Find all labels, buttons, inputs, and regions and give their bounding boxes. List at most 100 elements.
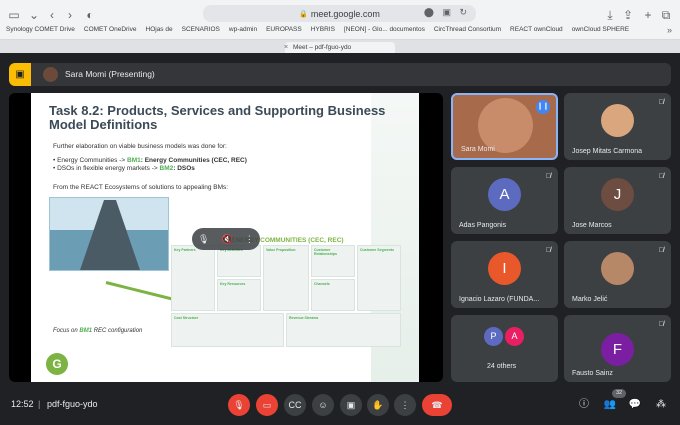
ecosystem-diagram bbox=[49, 197, 169, 271]
participant-tile[interactable]: 🎙̸ Marko Jelić bbox=[564, 241, 671, 308]
participant-name: Ignacio Lazaro (FUNDA... bbox=[459, 296, 540, 303]
camera-off-button[interactable]: ▭ bbox=[256, 394, 278, 416]
participant-video bbox=[478, 98, 533, 153]
address-bar[interactable]: 🔒 meet.google.com ⬤ ▣ ↻ bbox=[203, 5, 476, 22]
share-icon[interactable]: ⇪ bbox=[620, 8, 636, 22]
forward-icon[interactable]: › bbox=[62, 8, 78, 22]
participant-tile[interactable]: 🎙̸ Josep Mitats Carmona bbox=[564, 93, 671, 160]
back-icon[interactable]: ‹ bbox=[44, 8, 60, 22]
avatar: A bbox=[488, 178, 521, 211]
present-button[interactable]: ▣ bbox=[340, 394, 362, 416]
canvas-cell: Key Partners bbox=[171, 245, 215, 311]
bookmarks-overflow-icon[interactable]: » bbox=[667, 25, 672, 35]
meeting-time: 12:52 bbox=[11, 399, 34, 409]
meeting-control-bar: 12:52 | pdf-fguo-ydo 🎙 ▭ CC ☺ ▣ ✋ ⋮ ☎ ⓘ … bbox=[0, 388, 680, 425]
new-tab-icon[interactable]: + bbox=[640, 8, 656, 22]
participant-name: Jose Marcos bbox=[572, 222, 612, 229]
canvas-cell: Cost Structure bbox=[171, 313, 284, 347]
chat-icon[interactable]: 💬 bbox=[627, 397, 643, 413]
tab-overview-icon[interactable]: ⧉ bbox=[658, 8, 674, 22]
participant-name: Josep Mitats Carmona bbox=[572, 148, 643, 155]
slide-subheading: From the REACT Ecosystems of solutions t… bbox=[53, 184, 229, 191]
participant-tile[interactable]: 🎙̸ I Ignacio Lazaro (FUNDA... bbox=[451, 241, 558, 308]
mic-off-icon[interactable]: 🎙 bbox=[198, 234, 209, 245]
bookmark-item[interactable]: HYBRIS bbox=[311, 26, 335, 38]
participant-name: Marko Jelić bbox=[572, 296, 608, 303]
participant-tile[interactable]: ❙❙ Sara Momi bbox=[451, 93, 558, 160]
bookmark-item[interactable]: wp-admin bbox=[229, 26, 257, 38]
mic-off-button[interactable]: 🎙 bbox=[228, 394, 250, 416]
download-icon[interactable]: ⤓ bbox=[602, 8, 618, 22]
chevron-down-icon[interactable]: ⌄ bbox=[26, 8, 42, 22]
tab-meet[interactable]: × Meet – pdf-fguo-ydo bbox=[284, 42, 395, 53]
participant-photo bbox=[601, 104, 634, 137]
canvas-cell: Value Proposition bbox=[263, 245, 309, 311]
speaking-indicator-icon: ❙❙ bbox=[536, 100, 550, 114]
canvas-cell: Revenue Streams bbox=[286, 313, 401, 347]
bookmark-item[interactable]: REACT ownCloud bbox=[510, 26, 563, 38]
participant-count-badge: 32 bbox=[612, 389, 626, 398]
avatar: I bbox=[488, 252, 521, 285]
participant-tile[interactable]: 🎙̸ A Adas Pangonis bbox=[451, 167, 558, 234]
present-screen-icon: ▣ bbox=[9, 63, 31, 86]
mic-off-icon: 🎙̸ bbox=[658, 173, 664, 180]
canvas-cell: Channels bbox=[311, 279, 355, 311]
participant-tile[interactable]: P A 24 others bbox=[451, 315, 558, 382]
avatar: F bbox=[601, 333, 634, 366]
tab-title: Meet – pdf-fguo-ydo bbox=[293, 44, 352, 51]
bookmark-item[interactable]: ownCloud SPHERE bbox=[572, 26, 629, 38]
leave-call-button[interactable]: ☎ bbox=[422, 394, 452, 416]
mic-off-icon: 🎙̸ bbox=[658, 247, 664, 254]
bookmark-item[interactable]: [NEON] - Glo... documentos bbox=[344, 26, 425, 38]
canvas-cell: Key Resources bbox=[217, 279, 261, 311]
avatar: A bbox=[505, 327, 524, 346]
mic-off-icon: 🎙̸ bbox=[545, 173, 551, 180]
presentation-controls: 🎙 🔇 ⋮ bbox=[192, 228, 260, 250]
emoji-button[interactable]: ☺ bbox=[312, 394, 334, 416]
arrow-icon bbox=[105, 281, 181, 303]
participant-tile[interactable]: 🎙̸ F Fausto Sainz bbox=[564, 315, 671, 382]
volume-off-icon[interactable]: 🔇 bbox=[222, 234, 233, 245]
bullet-item: • DSOs in flexible energy markets -> BM2… bbox=[53, 165, 195, 172]
bookmark-item[interactable]: CircThread Consortium bbox=[434, 26, 501, 38]
tab-strip: × Meet – pdf-fguo-ydo bbox=[0, 40, 680, 53]
slide-bullets: • Energy Communities -> BM1: Energy Comm… bbox=[53, 157, 247, 173]
activities-icon[interactable]: ⁂ bbox=[653, 397, 669, 413]
address-bar-icons[interactable]: ⬤ ▣ ↻ bbox=[424, 7, 470, 18]
separator: | bbox=[38, 399, 41, 409]
avatar: P bbox=[484, 327, 503, 346]
people-icon[interactable]: 👥 bbox=[602, 397, 618, 413]
bookmark-item[interactable]: HOjas de bbox=[146, 26, 173, 38]
browser-toolbar: ▭ ⌄ ‹ › ◐ 🔒 meet.google.com ⬤ ▣ ↻ ⤓ ⇪ + … bbox=[0, 0, 680, 40]
bookmark-item[interactable]: EUROPASS bbox=[266, 26, 302, 38]
captions-button[interactable]: CC bbox=[284, 394, 306, 416]
slide-focus-note: Focus on BM1 REC configuration bbox=[53, 328, 143, 334]
participant-name: Adas Pangonis bbox=[459, 222, 507, 229]
avatar bbox=[43, 67, 58, 82]
participant-tile[interactable]: 🎙̸ J Jose Marcos bbox=[564, 167, 671, 234]
bookmark-item[interactable]: COMET OneDrive bbox=[84, 26, 137, 38]
bookmark-item[interactable]: SCENARIOS bbox=[182, 26, 220, 38]
canvas-cell: Customer Relationships bbox=[311, 245, 355, 277]
participant-name: Fausto Sainz bbox=[572, 370, 613, 377]
more-options-button[interactable]: ⋮ bbox=[394, 394, 416, 416]
sidebar-icon[interactable]: ▭ bbox=[6, 8, 22, 22]
others-count-label: 24 others bbox=[487, 363, 517, 370]
mic-off-icon: 🎙̸ bbox=[658, 99, 664, 106]
slide-intro: Further elaboration on viable business m… bbox=[53, 143, 227, 150]
raise-hand-button[interactable]: ✋ bbox=[367, 394, 389, 416]
bookmark-item[interactable]: Synology COMET Drive bbox=[6, 26, 75, 38]
lock-icon: 🔒 bbox=[299, 10, 308, 18]
presenter-label: Sara Momi (Presenting) bbox=[65, 69, 155, 79]
meeting-code: pdf-fguo-ydo bbox=[47, 399, 98, 409]
mic-off-icon: 🎙̸ bbox=[545, 247, 551, 254]
more-vert-icon[interactable]: ⋮ bbox=[245, 234, 254, 245]
bullet-item: • Energy Communities -> BM1: Energy Comm… bbox=[53, 157, 247, 164]
react-logo: G bbox=[46, 353, 68, 375]
url-text: meet.google.com bbox=[310, 8, 380, 19]
privacy-shield-icon[interactable]: ◐ bbox=[82, 8, 98, 22]
info-icon[interactable]: ⓘ bbox=[576, 397, 592, 413]
close-icon[interactable]: × bbox=[284, 42, 288, 53]
avatar: J bbox=[601, 178, 634, 211]
business-model-canvas: Key Partners Key Activities Value Propos… bbox=[171, 237, 401, 352]
